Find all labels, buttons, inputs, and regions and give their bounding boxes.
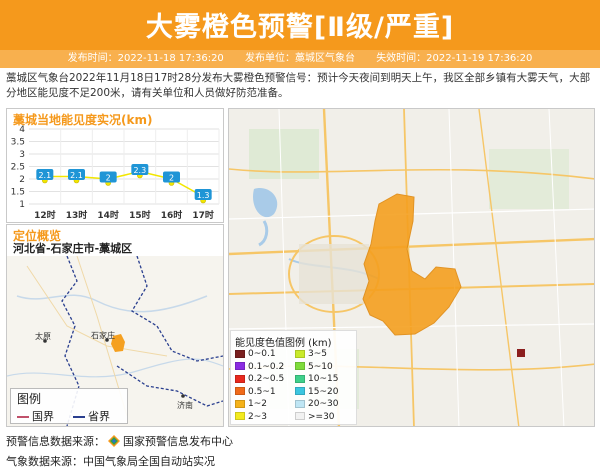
legend-swatch: [235, 349, 245, 358]
legend-national-border: 国界: [17, 408, 54, 424]
legend-item: 0.5~1: [235, 387, 276, 397]
legend-province-border: 省界: [73, 408, 110, 424]
legend-item: >=30: [295, 412, 335, 422]
expire-time: 失效时间：2022-11-19 17:36:20: [376, 53, 533, 64]
legend-label: 10~15: [308, 374, 339, 384]
header-bar: 大雾橙色预警[Ⅱ级/严重]: [0, 0, 600, 50]
warning-description: 藁城区气象台2022年11月18日17时28分发布大雾橙色预警信号：预计今天夜间…: [6, 72, 591, 99]
x-tick-label: 14时: [97, 209, 119, 221]
y-tick-label: 4: [19, 125, 25, 135]
warning-source-label: 预警信息数据来源：: [6, 435, 105, 448]
city-label-shijiazhuang: 石家庄: [91, 330, 115, 340]
legend-swatch: [235, 374, 245, 383]
legend-item: 2~3: [235, 412, 267, 422]
legend-label: >=30: [308, 411, 335, 422]
x-tick-label: 16时: [161, 209, 183, 221]
legend-swatch: [295, 349, 305, 358]
legend-item: 0.2~0.5: [235, 374, 284, 384]
data-label: 1.3: [197, 191, 210, 200]
city-label-jinan: 济南: [177, 400, 193, 410]
visibility-legend-title: 能见度色值图例 (km): [235, 338, 332, 349]
y-tick-label: 1: [19, 200, 25, 210]
legend-label: 20~30: [308, 399, 339, 409]
national-border-swatch: [17, 416, 29, 418]
legend-label: 5~10: [308, 361, 333, 372]
data-label: 2.1: [70, 171, 83, 180]
overview-legend-title: 图例: [17, 392, 42, 406]
legend-item: 20~30: [295, 399, 338, 409]
legend-swatch: [295, 412, 305, 420]
legend-label: 0.2~0.5: [248, 374, 285, 384]
data-label: 2.1: [38, 171, 51, 180]
legend-swatch: [235, 362, 245, 370]
legend-swatch: [235, 399, 245, 408]
y-tick-label: 2: [19, 175, 25, 185]
footer-warning-source: 预警信息数据来源： 国家预警信息发布中心: [6, 433, 233, 449]
legend-label: 0.5~1: [248, 386, 276, 397]
data-label: 2: [169, 174, 174, 183]
visibility-panel: 藁城当地能见度实况(km) 1 1.5 2 2.5 3 3.5 4 12时 13时 14时 15时 1…: [6, 108, 224, 223]
legend-label: 0~0.1: [248, 349, 276, 359]
visibility-color-legend: 能见度色值图例 (km) 0~0.1 0.1~0.2 0.2~0.5 0.5~1 1~2…: [230, 330, 357, 425]
legend-swatch: [235, 387, 245, 395]
location-path: 河北省-石家庄市-藁城区: [13, 242, 133, 255]
overview-legend: 图例 国界 省界: [10, 388, 128, 424]
legend-label: 3~5: [308, 349, 327, 359]
warning-center-logo-icon: [108, 435, 120, 447]
data-label: 2: [106, 174, 111, 183]
legend-label: 2~3: [248, 411, 267, 422]
y-tick-label: 3.5: [11, 138, 25, 148]
legend-label: 1~2: [248, 399, 267, 409]
y-tick-label: 3: [19, 150, 25, 160]
legend-item: 15~20: [295, 387, 338, 397]
visibility-chart: 1 1.5 2 2.5 3 3.5 4 12时 13时 14时 15时 16时 17时 2.1 2.1 2 2.…: [11, 125, 220, 221]
province-border-swatch: [73, 416, 85, 418]
legend-item: 0.1~0.2: [235, 362, 284, 372]
legend-item: 10~15: [295, 374, 338, 384]
y-tick-label: 1.5: [11, 188, 25, 198]
x-tick-label: 17时: [192, 209, 214, 221]
legend-swatch: [235, 412, 245, 420]
legend-item: 5~10: [295, 362, 333, 372]
warning-source-name: 国家预警信息发布中心: [123, 435, 233, 448]
legend-swatch: [295, 374, 305, 383]
x-tick-label: 15时: [129, 209, 151, 221]
y-tick-label: 2.5: [11, 163, 25, 173]
legend-item: 3~5: [295, 349, 327, 359]
footer-weather-source: 气象数据来源：中国气象局全国自动站实况: [6, 455, 215, 468]
legend-item: 1~2: [235, 399, 267, 409]
x-tick-label: 12时: [34, 209, 56, 221]
legend-swatch: [295, 399, 305, 408]
warning-title: 大雾橙色预警[Ⅱ级/严重]: [145, 12, 455, 43]
legend-label: 15~20: [308, 386, 339, 397]
legend-swatch: [295, 387, 305, 395]
city-label-taiyuan: 太原: [35, 331, 51, 341]
legend-label: 0.1~0.2: [248, 361, 285, 372]
legend-swatch: [295, 362, 305, 370]
publish-time: 发布时间：2022-11-18 17:36:20: [67, 53, 224, 64]
publisher: 发布单位：藁城区气象台: [245, 53, 355, 64]
legend-item: 0~0.1: [235, 349, 276, 359]
data-label: 2.3: [133, 166, 146, 175]
x-tick-label: 13时: [66, 209, 88, 221]
meta-bar: 发布时间：2022-11-18 17:36:20 发布单位：藁城区气象台 失效时…: [0, 50, 600, 68]
